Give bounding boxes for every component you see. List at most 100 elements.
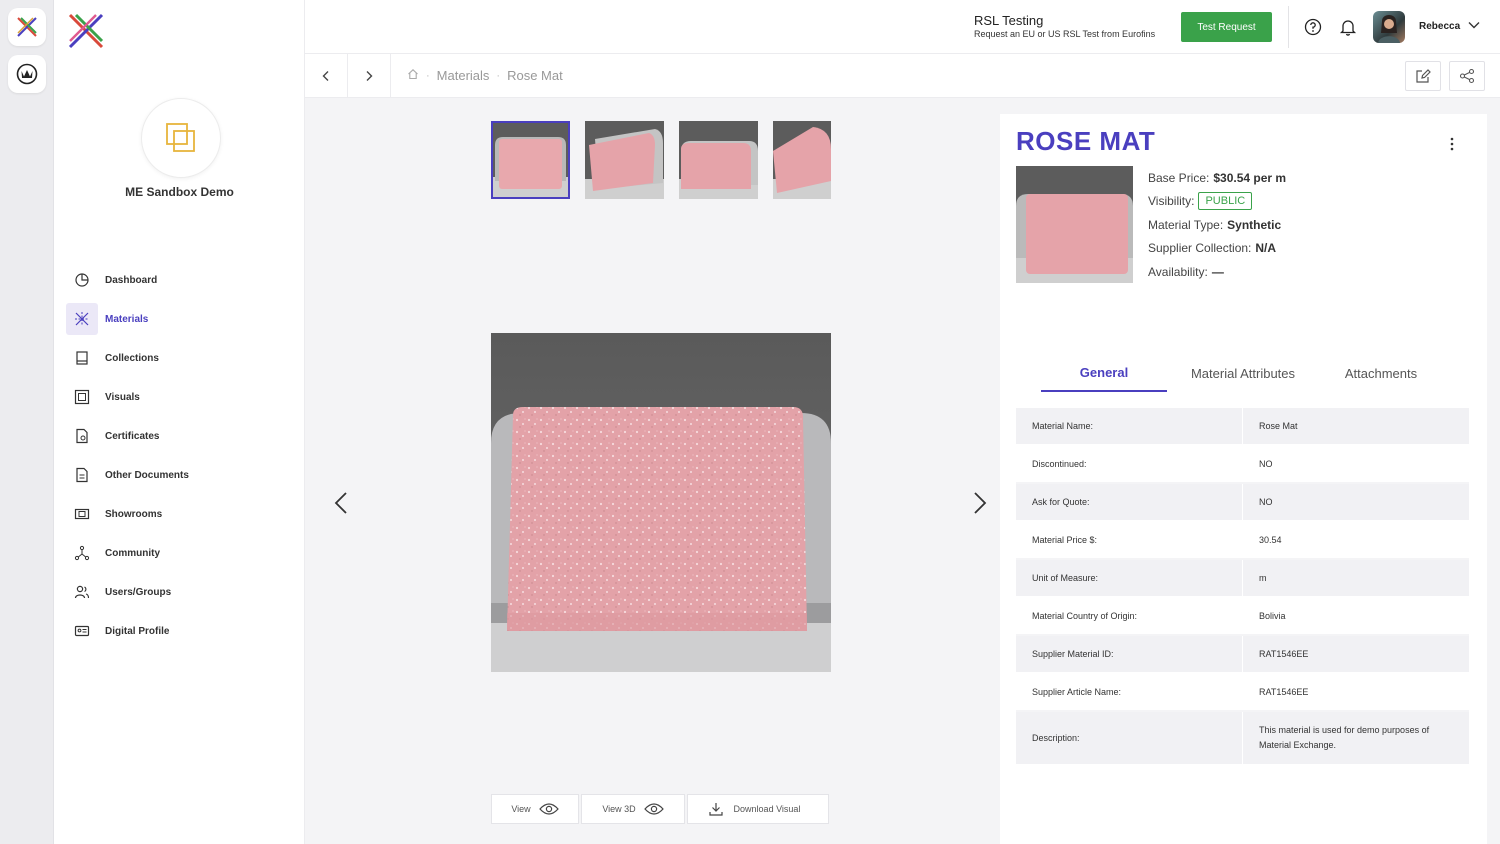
breadcrumb-separator: ·: [496, 69, 501, 82]
help-button[interactable]: [1303, 17, 1323, 37]
table-row: Discontinued: NO: [1016, 446, 1469, 484]
breadcrumb-item-materials[interactable]: Materials: [437, 68, 490, 83]
gallery-next-button[interactable]: [969, 490, 991, 516]
sidebar-item-materials[interactable]: Materials: [66, 303, 294, 335]
id-card-icon: [74, 625, 90, 637]
showroom-icon: [74, 508, 90, 520]
view-3d-button[interactable]: View 3D: [581, 794, 685, 824]
view-label: View: [511, 804, 531, 814]
sidebar-item-certificates[interactable]: Certificates: [66, 420, 294, 452]
sidebar-nav: Dashboard Materials Collections Visuals …: [66, 264, 294, 654]
sidebar-item-digital-profile[interactable]: Digital Profile: [66, 615, 294, 647]
org-avatar[interactable]: [141, 98, 221, 178]
brand-logo[interactable]: [66, 11, 106, 56]
sidebar-item-label: Certificates: [105, 430, 160, 442]
gallery-thumbnail[interactable]: [585, 121, 664, 199]
table-row: Material Name: Rose Mat: [1016, 408, 1469, 446]
sidebar-item-label: Collections: [105, 352, 159, 364]
detail-tabs: General Material Attributes Attachments: [1041, 354, 1443, 392]
visibility-badge: PUBLIC: [1198, 192, 1253, 211]
notifications-button[interactable]: [1338, 17, 1358, 37]
share-icon: [1459, 68, 1475, 84]
breadcrumb-bar: · Materials · Rose Mat: [305, 54, 1500, 98]
sidebar-item-collections[interactable]: Collections: [66, 342, 294, 374]
view-3d-label: View 3D: [602, 804, 636, 814]
sidebar-item-label: Showrooms: [105, 508, 163, 520]
crown-icon: [16, 63, 38, 85]
share-button[interactable]: [1449, 61, 1485, 91]
rose-mat-image: [491, 333, 831, 672]
user-avatar[interactable]: [1373, 11, 1405, 43]
base-price-value: $30.54 per m: [1213, 170, 1287, 185]
gallery-thumbnail[interactable]: [491, 121, 570, 199]
material-type-value: Synthetic: [1227, 217, 1282, 232]
tab-general[interactable]: General: [1041, 354, 1167, 392]
chevron-right-icon: [974, 492, 987, 514]
gallery-prev-button[interactable]: [330, 490, 352, 516]
supplier-collection-value: N/A: [1255, 241, 1277, 256]
download-visual-button[interactable]: Download Visual: [687, 794, 829, 824]
attribute-key: Material Name:: [1032, 421, 1094, 431]
user-name[interactable]: Rebecca: [1419, 21, 1460, 32]
app-switch-crown-button[interactable]: [8, 55, 46, 93]
gallery-thumbnail[interactable]: [773, 121, 831, 199]
app-switch-materials-button[interactable]: [8, 8, 46, 46]
table-row: Material Price $: 30.54: [1016, 522, 1469, 560]
sidebar-item-users-groups[interactable]: Users/Groups: [66, 576, 294, 608]
table-row: Supplier Article Name: RAT1546EE: [1016, 674, 1469, 712]
user-menu-chevron[interactable]: [1467, 18, 1481, 37]
edit-icon: [1416, 69, 1431, 83]
attribute-value: m: [1242, 560, 1469, 596]
image-frame-icon: [74, 389, 90, 405]
chevron-right-icon: [366, 71, 373, 81]
sidebar-item-label: Materials: [105, 313, 149, 325]
sidebar-item-label: Digital Profile: [105, 625, 170, 637]
sidebar-item-other-documents[interactable]: Other Documents: [66, 459, 294, 491]
sidebar: ME Sandbox Demo Dashboard Materials Coll…: [54, 0, 305, 844]
chevron-down-icon: [1468, 22, 1480, 29]
visibility-label: Visibility:: [1148, 194, 1195, 209]
material-preview-thumbnail[interactable]: [1016, 166, 1133, 283]
org-logo-icon: [166, 123, 195, 152]
sidebar-item-dashboard[interactable]: Dashboard: [66, 264, 294, 296]
material-title: ROSE MAT: [1016, 126, 1156, 156]
more-options-button[interactable]: [1448, 136, 1456, 157]
availability-value: —: [1211, 264, 1224, 279]
sidebar-item-community[interactable]: Community: [66, 537, 294, 569]
table-row: Supplier Material ID: RAT1546EE: [1016, 636, 1469, 674]
download-visual-label: Download Visual: [733, 804, 801, 814]
sidebar-item-showrooms[interactable]: Showrooms: [66, 498, 294, 530]
user-photo-icon: [1378, 15, 1400, 43]
forward-button[interactable]: [348, 54, 391, 98]
breadcrumb-separator: ·: [426, 69, 430, 82]
attribute-value: Rose Mat: [1242, 408, 1469, 444]
tab-attachments[interactable]: Attachments: [1319, 354, 1443, 392]
sidebar-item-label: Users/Groups: [105, 586, 172, 598]
kebab-menu-icon: [1450, 137, 1454, 151]
eye-icon: [643, 803, 664, 815]
table-row: Material Country of Origin: Bolivia: [1016, 598, 1469, 636]
home-breadcrumb[interactable]: [407, 68, 419, 83]
attribute-value: This material is used for demo purposes …: [1242, 712, 1469, 764]
org-name: ME Sandbox Demo: [125, 185, 234, 199]
pie-chart-icon: [75, 273, 89, 287]
availability-label: Availability:: [1148, 264, 1208, 279]
table-row: Unit of Measure: m: [1016, 560, 1469, 598]
test-request-button[interactable]: Test Request: [1181, 12, 1272, 42]
main-material-image[interactable]: [491, 333, 831, 672]
attribute-key: Ask for Quote:: [1032, 497, 1090, 507]
base-price-label: Base Price:: [1148, 170, 1210, 185]
gallery-thumbnail[interactable]: [679, 121, 758, 199]
tab-material-attributes[interactable]: Material Attributes: [1167, 354, 1319, 392]
rose-mat-thumbnail-image: [585, 121, 664, 199]
gallery-toolbar: View View 3D Download Visual: [491, 794, 831, 824]
attributes-table: Material Name: Rose Mat Discontinued: NO…: [1016, 408, 1469, 766]
view-button[interactable]: View: [491, 794, 579, 824]
rose-mat-thumbnail-image: [679, 121, 758, 199]
back-button[interactable]: [305, 54, 348, 98]
attribute-key: Supplier Article Name:: [1032, 687, 1122, 697]
sidebar-item-visuals[interactable]: Visuals: [66, 381, 294, 413]
download-icon: [708, 803, 723, 816]
edit-button[interactable]: [1405, 61, 1441, 91]
attribute-value: NO: [1242, 484, 1469, 520]
